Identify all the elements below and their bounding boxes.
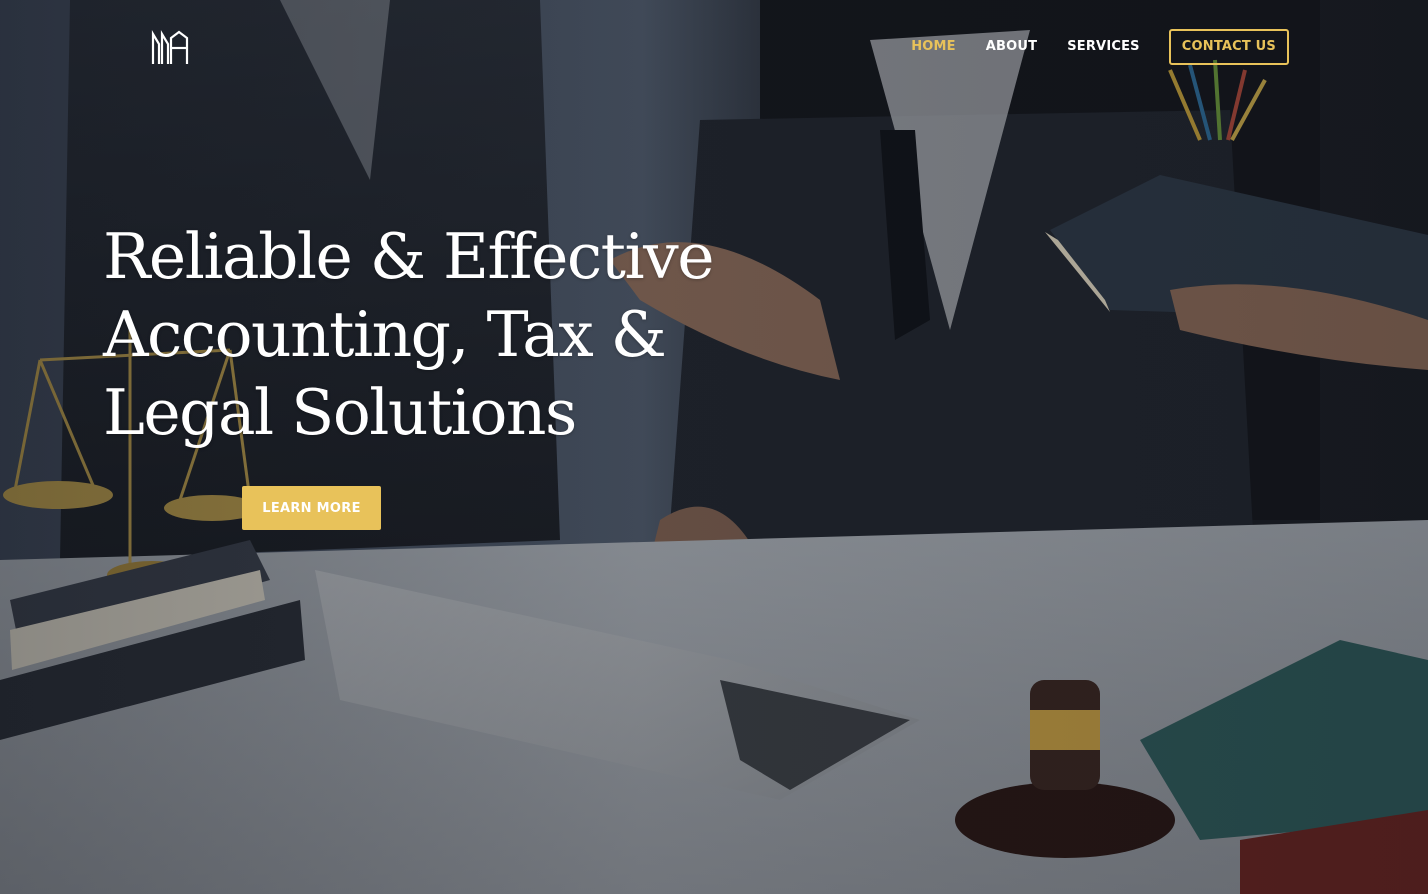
nav-services[interactable]: SERVICES [1052, 29, 1155, 65]
nav-home[interactable]: HOME [896, 29, 971, 65]
headline-line-3: Legal Solutions [103, 376, 577, 449]
headline-line-2: Accounting, Tax & [103, 298, 667, 371]
headline-line-1: Reliable & Effective [103, 220, 715, 293]
nav-about[interactable]: ABOUT [971, 29, 1052, 65]
hero-section: HOME ABOUT SERVICES CONTACT US Reliable … [0, 0, 1428, 894]
contact-us-button[interactable]: CONTACT US [1168, 29, 1289, 65]
main-nav: HOME ABOUT SERVICES CONTACT US [896, 29, 1289, 65]
hero-headline: Reliable & Effective Accounting, Tax & L… [103, 218, 723, 452]
brand-logo-icon[interactable] [150, 28, 190, 68]
learn-more-button[interactable]: LEARN MORE [242, 486, 381, 530]
